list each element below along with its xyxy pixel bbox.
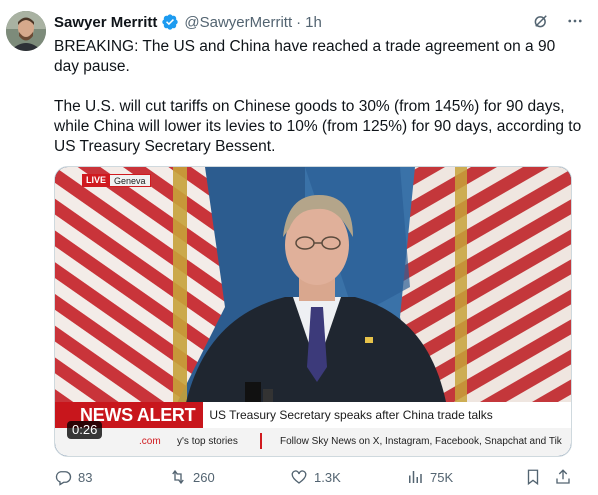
share-button[interactable] — [554, 466, 572, 488]
tweet-header: Sawyer Merritt @SawyerMerritt · 1h — [54, 11, 322, 33]
separator-dot: · — [296, 13, 302, 31]
share-icon — [556, 469, 570, 484]
ticker-site: .com — [139, 436, 161, 447]
repost-icon — [172, 469, 184, 485]
reply-button[interactable]: 83 — [54, 466, 92, 488]
tweet-timestamp[interactable]: 1h — [305, 14, 322, 31]
like-icon — [291, 470, 307, 484]
bookmark-button[interactable] — [524, 466, 542, 488]
grok-icon[interactable] — [530, 10, 552, 32]
views-count: 75K — [430, 469, 454, 485]
ticker-divider — [260, 433, 262, 449]
tweet[interactable]: Sawyer Merritt @SawyerMerritt · 1h BREAK… — [0, 0, 598, 495]
views-button[interactable]: 75K — [406, 466, 453, 488]
ticker-item: y's top stories — [177, 436, 238, 447]
news-ticker: .com y's top stories Follow Sky News on … — [55, 428, 571, 456]
news-headline: US Treasury Secretary speaks after China… — [203, 402, 571, 428]
ticker-follow: Follow Sky News on X, Instagram, Faceboo… — [280, 436, 562, 447]
avatar[interactable] — [6, 11, 46, 51]
views-icon — [409, 471, 422, 483]
video-player[interactable]: LIVE Geneva NEWS ALERT US Treasury Secre… — [54, 166, 572, 457]
tweet-actions: 83 260 1.3K 75K — [54, 466, 578, 488]
like-button[interactable]: 1.3K — [290, 466, 341, 488]
live-label: LIVE — [82, 174, 111, 187]
location-label: Geneva — [110, 174, 151, 187]
tweet-top-actions — [530, 10, 586, 32]
video-duration: 0:26 — [67, 421, 103, 439]
repost-count: 260 — [193, 469, 215, 485]
reply-icon — [55, 471, 72, 486]
author-name[interactable]: Sawyer Merritt — [54, 14, 157, 31]
tweet-text: BREAKING: The US and China have reached … — [54, 38, 582, 155]
author-handle[interactable]: @SawyerMerritt — [184, 14, 292, 31]
reply-count: 83 — [78, 469, 93, 485]
repost-button[interactable]: 260 — [169, 466, 215, 488]
verified-badge-icon — [161, 13, 179, 31]
more-icon[interactable] — [564, 10, 586, 32]
like-count: 1.3K — [314, 469, 341, 485]
live-badge: LIVE Geneva — [82, 174, 151, 187]
news-alert-bar: NEWS ALERT US Treasury Secretary speaks … — [55, 402, 571, 428]
bookmark-icon — [527, 469, 539, 486]
